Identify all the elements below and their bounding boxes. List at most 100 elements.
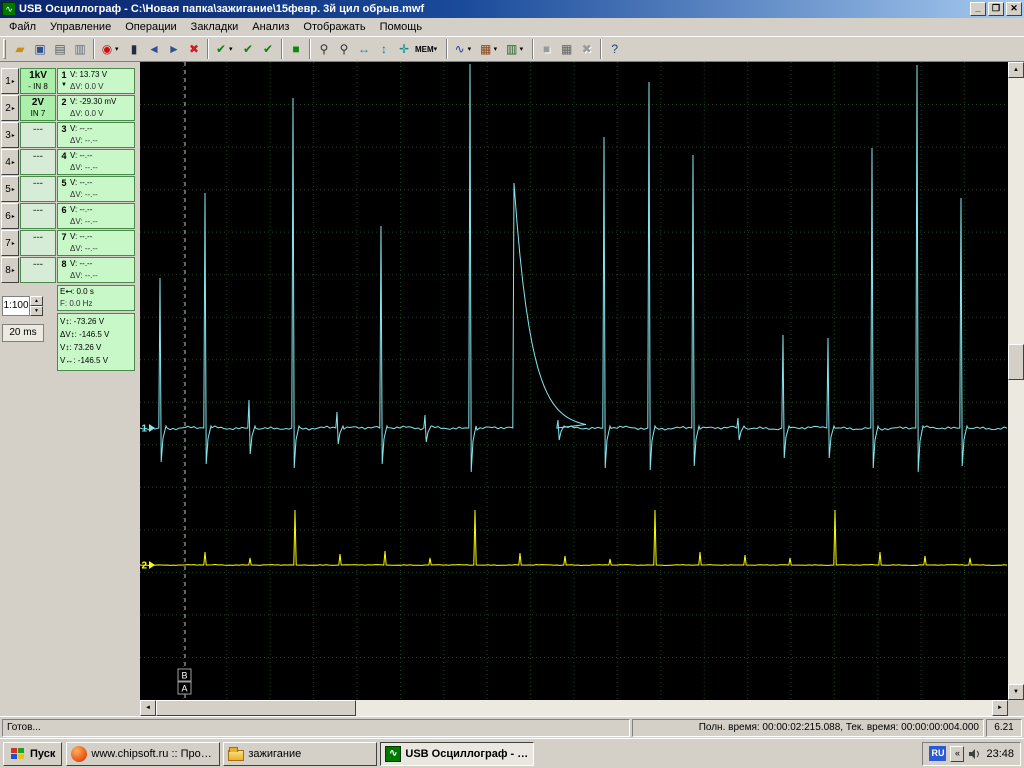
taskbar-task-0[interactable]: www.chipsoft.ru :: Прос... — [66, 742, 220, 766]
channel-5-scale[interactable]: --- — [20, 176, 56, 202]
scope-canvas[interactable]: 12BA — [140, 62, 1008, 700]
task-label: зажигание — [248, 748, 301, 760]
scroll-left-icon[interactable]: ◄ — [140, 700, 156, 716]
pan-vertical-icon: ↕ — [376, 42, 392, 56]
zoom-time-button[interactable]: ⚲ — [314, 38, 334, 60]
channel-row: 4▸--- — [1, 149, 56, 175]
channel-4-scale[interactable]: --- — [20, 149, 56, 175]
channel-row: 1▸1kV- IN 8 — [1, 68, 56, 94]
channel-6-button[interactable]: 6▸ — [1, 203, 19, 229]
channel-6-scale[interactable]: --- — [20, 203, 56, 229]
help-button[interactable]: ? — [605, 38, 625, 60]
mem-button[interactable]: MEM▾ — [414, 38, 443, 60]
fit-button[interactable]: ✔ — [258, 38, 278, 60]
print-button[interactable]: ▤ — [50, 38, 70, 60]
toolbar-grip[interactable] — [3, 39, 6, 59]
delete-button[interactable]: ✖ — [184, 38, 204, 60]
ch2-marker-arrow-icon[interactable] — [149, 561, 155, 569]
menu-item-1[interactable]: Управление — [43, 19, 118, 35]
dropdown-arrow-icon[interactable]: ▾ — [494, 45, 502, 53]
channel-2-scale[interactable]: 2VIN 7 — [20, 95, 56, 121]
channel-3-measure-row: 3V: --.--ΔV: --.-- — [57, 122, 135, 148]
scope-display[interactable]: 12BA — [140, 62, 1008, 700]
spinner-down-icon[interactable]: ▼ — [30, 306, 43, 316]
tray-collapse-button[interactable]: « — [950, 746, 964, 762]
pan-vertical-button[interactable]: ↕ — [374, 38, 394, 60]
verify-button[interactable]: ✔ — [238, 38, 258, 60]
zoom-amplitude-button[interactable]: ⚲ — [334, 38, 354, 60]
scroll-up-icon[interactable]: ▲ — [1008, 62, 1024, 78]
dropdown-arrow-icon[interactable]: ▾ — [434, 45, 442, 53]
channel-number: 2 — [61, 96, 66, 108]
horizontal-scroll-thumb[interactable] — [156, 700, 356, 716]
taskbar-task-2[interactable]: USB Осциллограф - C... — [380, 742, 534, 766]
analysis-view-button[interactable]: ▦▾ — [477, 38, 503, 60]
dropdown-arrow-icon[interactable]: ▾ — [520, 45, 528, 53]
horizontal-scrollbar[interactable]: ◄ ► — [140, 700, 1008, 716]
close-file-icon: ✖ — [579, 42, 595, 56]
volume-icon[interactable] — [968, 747, 982, 761]
menu-item-6[interactable]: Помощь — [373, 19, 430, 35]
language-indicator[interactable]: RU — [929, 746, 946, 761]
stop-button[interactable]: ▮ — [124, 38, 144, 60]
delta-voltage-value: ΔV: --.-- — [70, 162, 132, 174]
open-file-button[interactable]: ▰ — [10, 38, 30, 60]
title-bar[interactable]: USB Осциллограф - C:\Новая папка\зажиган… — [0, 0, 1024, 18]
display-mode-button[interactable]: ■ — [286, 38, 306, 60]
spinner-up-icon[interactable]: ▲ — [30, 296, 43, 306]
dropdown-arrow-icon[interactable]: ▾ — [115, 45, 123, 53]
channel-5-button[interactable]: 5▸ — [1, 176, 19, 202]
menu-item-4[interactable]: Анализ — [245, 19, 296, 35]
ch1-marker-arrow-icon[interactable] — [149, 424, 155, 432]
apply-button[interactable]: ✔▾ — [212, 38, 238, 60]
scroll-right-icon[interactable]: ► — [992, 700, 1008, 716]
channel-row: 3▸--- — [1, 122, 56, 148]
menu-item-5[interactable]: Отображать — [296, 19, 372, 35]
channel-7-button[interactable]: 7▸ — [1, 230, 19, 256]
prev-frame-button[interactable]: ◄ — [144, 38, 164, 60]
sweep-rate[interactable]: 20 ms — [2, 324, 44, 342]
menu-item-2[interactable]: Операции — [118, 19, 183, 35]
export-button[interactable]: ▥ — [70, 38, 90, 60]
voltage-value: V: --.-- — [70, 150, 132, 162]
vertical-scroll-thumb[interactable] — [1008, 344, 1024, 380]
channel-7-scale[interactable]: --- — [20, 230, 56, 256]
dropdown-arrow-icon[interactable]: ▾ — [229, 45, 237, 53]
close-button[interactable]: ✕ — [1006, 2, 1022, 16]
channel-8-button[interactable]: 8▸ — [1, 257, 19, 283]
maximize-button[interactable]: ❐ — [988, 2, 1004, 16]
channel-2-button[interactable]: 2▸ — [1, 95, 19, 121]
next-frame-button[interactable]: ► — [164, 38, 184, 60]
vertical-scrollbar[interactable]: ▲ ▼ — [1008, 62, 1024, 700]
pan-horizontal-button[interactable]: ↔ — [354, 38, 374, 60]
compression-value[interactable]: 1:100 — [2, 296, 30, 316]
pan-horizontal-icon: ↔ — [356, 42, 372, 56]
record-button[interactable]: ◉▾ — [98, 38, 124, 60]
channel-3-scale[interactable]: --- — [20, 122, 56, 148]
channel-scale-value: --- — [21, 150, 55, 163]
channel-1-button[interactable]: 1▸ — [1, 68, 19, 94]
channel-1-scale[interactable]: 1kV- IN 8 — [20, 68, 56, 94]
minimize-button[interactable]: _ — [970, 2, 986, 16]
scroll-down-icon[interactable]: ▼ — [1008, 684, 1024, 700]
save-button[interactable]: ▣ — [30, 38, 50, 60]
grid-settings-button[interactable]: ▦ — [557, 38, 577, 60]
channel-row: 2▸2VIN 7 — [1, 95, 56, 121]
channel-8-scale[interactable]: --- — [20, 257, 56, 283]
taskbar-task-1[interactable]: зажигание — [223, 742, 377, 766]
fit-all-button[interactable]: ✛ — [394, 38, 414, 60]
start-button[interactable]: Пуск — [3, 742, 62, 766]
dropdown-arrow-icon[interactable]: ▾ — [468, 45, 476, 53]
channel-4-button[interactable]: 4▸ — [1, 149, 19, 175]
channel-3-button[interactable]: 3▸ — [1, 122, 19, 148]
oscillogram-view-button[interactable]: ∿▾ — [451, 38, 477, 60]
delta-voltage-value: ΔV: 0.0 V — [70, 108, 132, 120]
measure-lines: V: --.--ΔV: --.-- — [70, 177, 132, 201]
report-view-button[interactable]: ▥▾ — [503, 38, 529, 60]
fit-icon: ✔ — [260, 42, 276, 56]
ch1-position-marker[interactable]: 1 — [142, 424, 148, 435]
menu-item-0[interactable]: Файл — [2, 19, 43, 35]
ch2-position-marker[interactable]: 2 — [142, 561, 148, 572]
voltage-value: V: --.-- — [70, 123, 132, 135]
menu-item-3[interactable]: Закладки — [184, 19, 246, 35]
